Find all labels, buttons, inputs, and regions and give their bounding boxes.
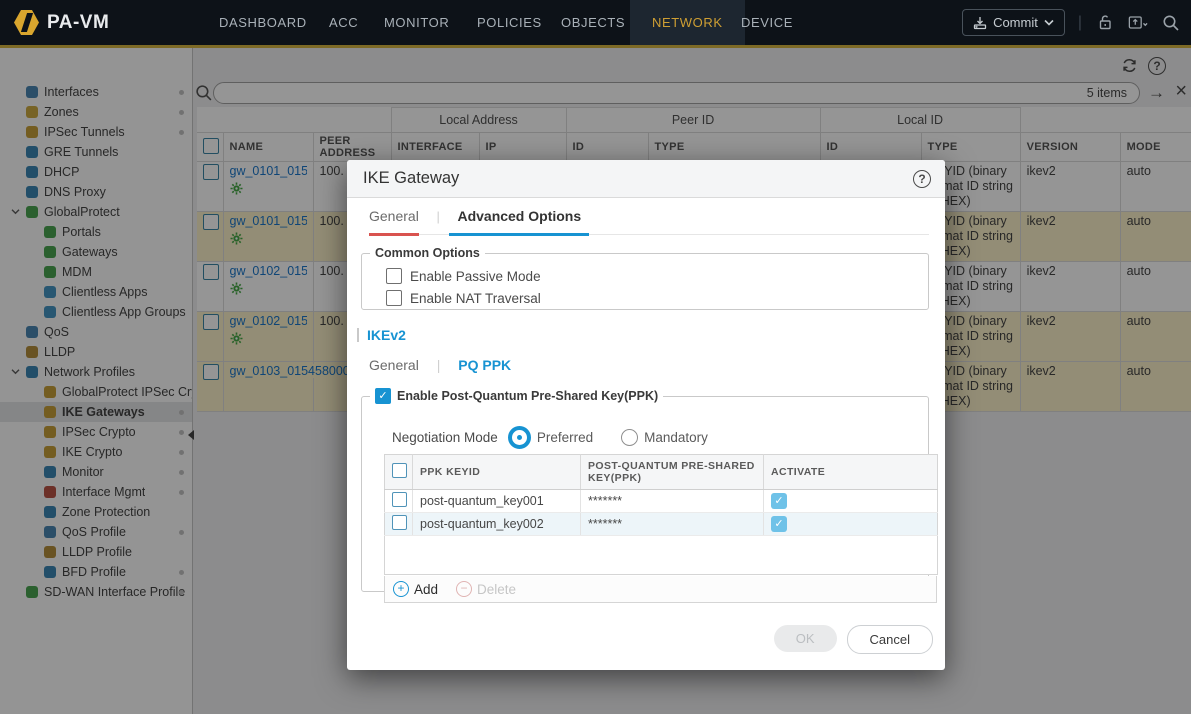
enable-nat-traversal-label: Enable NAT Traversal <box>410 290 541 306</box>
logo: PA-VM <box>14 10 109 35</box>
dialog-tabs: General | Advanced Options <box>369 208 929 236</box>
enable-nat-traversal-row: Enable NAT Traversal <box>386 290 541 306</box>
ppk-fieldset: ✓ Enable Post-Quantum Pre-Shared Key(PPK… <box>361 388 938 603</box>
ikev2-tab-separator: | <box>436 357 441 373</box>
ppk-keyid-cell: post-quantum_key002 <box>412 512 581 536</box>
common-options-fieldset: Common Options Enable Passive Mode Enabl… <box>361 246 929 310</box>
delete-label: Delete <box>477 581 517 597</box>
preferred-radio[interactable] <box>507 426 531 449</box>
enable-passive-mode-checkbox[interactable] <box>386 268 402 284</box>
commit-label: Commit <box>993 15 1038 30</box>
ikev2-tabs: General | PQ PPK <box>369 357 525 373</box>
ppk-table-footer: + Add − Delete <box>384 576 937 603</box>
cancel-button[interactable]: Cancel <box>846 625 933 654</box>
commit-button[interactable]: Commit <box>962 9 1065 36</box>
top-nav: PA-VM DASHBOARD ACC MONITOR POLICIES OBJ… <box>0 0 1191 45</box>
add-label: Add <box>414 581 439 597</box>
ppk-row-checkbox[interactable] <box>392 515 407 530</box>
ppk-activate-cell: ✓ <box>763 512 938 536</box>
common-options-legend: Common Options <box>375 246 480 260</box>
ppk-select-cell <box>384 489 413 513</box>
ppk-col-keyid[interactable]: PPK KEYID <box>412 454 581 490</box>
ppk-row: post-quantum_key001 ******* ✓ <box>384 489 938 513</box>
commit-icon <box>973 16 987 29</box>
ppk-col-key[interactable]: POST-QUANTUM PRE-SHARED KEY(PPK) <box>580 454 764 490</box>
negotiation-mode-label: Negotiation Mode <box>392 430 498 445</box>
ppk-col-activate[interactable]: ACTIVATE <box>763 454 938 490</box>
tab-separator: | <box>436 209 440 224</box>
ppk-header-row: PPK KEYID POST-QUANTUM PRE-SHARED KEY(PP… <box>384 454 938 490</box>
enable-nat-traversal-checkbox[interactable] <box>386 290 402 306</box>
ppk-select-cell <box>384 512 413 536</box>
nav-item-dashboard[interactable]: DASHBOARD <box>219 0 307 45</box>
nav-item-device[interactable]: DEVICE <box>741 0 793 45</box>
tab-general[interactable]: General <box>369 208 419 236</box>
enable-ppk-label: Enable Post-Quantum Pre-Shared Key(PPK) <box>397 389 659 403</box>
dialog-title: IKE Gateway <box>347 160 945 198</box>
ike-gateway-dialog: IKE Gateway ? General | Advanced Options… <box>347 160 945 670</box>
paloalto-logo-icon <box>14 10 39 35</box>
accent-divider <box>0 45 1191 48</box>
logo-text: PA-VM <box>47 11 110 33</box>
nav-item-acc[interactable]: ACC <box>329 0 358 45</box>
nav-divider: | <box>1077 13 1082 31</box>
ok-button[interactable]: OK <box>773 625 837 652</box>
radio-option-mandatory[interactable]: Mandatory <box>621 429 708 446</box>
add-button[interactable]: + Add <box>393 581 438 597</box>
nav-item-objects[interactable]: OBJECTS <box>561 0 625 45</box>
nav-item-policies[interactable]: POLICIES <box>477 0 542 45</box>
ppk-table: PPK KEYID POST-QUANTUM PRE-SHARED KEY(PP… <box>384 454 938 575</box>
minus-icon: − <box>456 581 473 597</box>
ikev2-tab-pq-ppk[interactable]: PQ PPK <box>458 357 511 373</box>
ppk-row-checkbox[interactable] <box>392 492 407 507</box>
delete-button[interactable]: − Delete <box>456 581 516 597</box>
preferred-label: Preferred <box>536 430 594 445</box>
ikev2-heading-label: IKEv2 <box>367 327 406 343</box>
ppk-legend: ✓ Enable Post-Quantum Pre-Shared Key(PPK… <box>370 388 663 404</box>
ppk-row: post-quantum_key002 ******* ✓ <box>384 512 938 536</box>
ikev2-section-heading: IKEv2 <box>357 327 406 343</box>
section-bar <box>357 328 359 342</box>
ppk-keyid-cell: post-quantum_key001 <box>412 489 581 513</box>
ikev2-tab-general[interactable]: General <box>369 357 419 373</box>
negotiation-mode-row: Negotiation Mode Preferred Mandatory <box>392 426 726 449</box>
app-window: PA-VM DASHBOARD ACC MONITOR POLICIES OBJ… <box>0 0 1191 714</box>
ppk-activate-cell: ✓ <box>763 489 938 513</box>
tab-advanced-options[interactable]: Advanced Options <box>449 208 589 236</box>
dialog-buttons: OK Cancel <box>773 625 933 654</box>
dialog-help-icon[interactable]: ? <box>913 170 931 188</box>
ppk-empty-row <box>385 536 938 575</box>
nav-item-network[interactable]: NETWORK <box>630 0 745 45</box>
mandatory-label: Mandatory <box>644 430 708 445</box>
nav-item-monitor[interactable]: MONITOR <box>384 0 449 45</box>
global-search-icon[interactable] <box>1161 13 1181 33</box>
ppk-key-cell: ******* <box>580 489 764 513</box>
radio-option-preferred[interactable]: Preferred <box>507 426 594 449</box>
save-config-icon[interactable] <box>1128 13 1148 33</box>
chevron-down-icon <box>1044 19 1054 26</box>
plus-icon: + <box>393 581 409 597</box>
enable-passive-mode-row: Enable Passive Mode <box>386 268 541 284</box>
activate-checkbox[interactable]: ✓ <box>771 516 787 532</box>
enable-ppk-checkbox[interactable]: ✓ <box>375 388 391 404</box>
activate-checkbox[interactable]: ✓ <box>771 493 787 509</box>
mandatory-radio[interactable] <box>621 429 639 446</box>
ppk-select-all-checkbox[interactable] <box>392 463 407 478</box>
unlock-icon[interactable] <box>1095 13 1115 33</box>
ppk-key-cell: ******* <box>580 512 764 536</box>
enable-passive-mode-label: Enable Passive Mode <box>410 268 541 284</box>
